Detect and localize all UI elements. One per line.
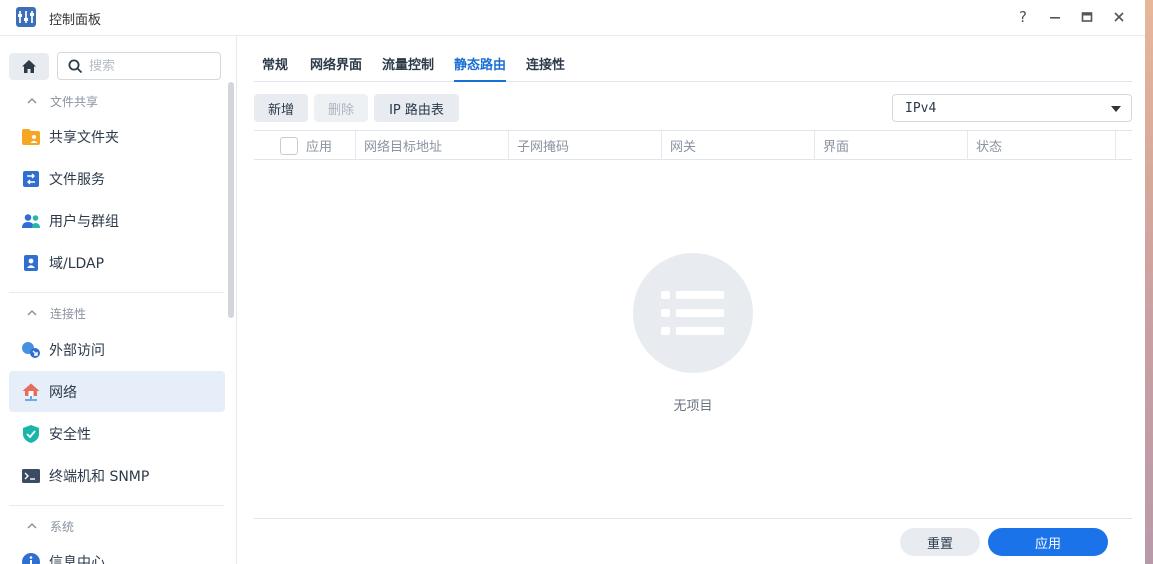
sidebar-item-label: 信息中心	[49, 554, 105, 564]
chevron-up-icon	[27, 522, 37, 529]
tab-bar: 常规 网络界面 流量控制 静态路由 连接性	[254, 36, 1132, 82]
section-label: 连接性	[50, 306, 87, 321]
desktop-wallpaper-edge	[1145, 0, 1153, 564]
network-icon	[21, 382, 41, 402]
shared-folder-icon	[21, 127, 41, 147]
empty-state-illustration	[633, 253, 753, 373]
column-header-status[interactable]: 状态	[967, 131, 1115, 160]
users-groups-icon	[21, 211, 41, 231]
sidebar-item-label: 外部访问	[49, 342, 105, 359]
footer-divider	[254, 518, 1132, 519]
help-icon[interactable]: ?	[1011, 6, 1035, 28]
route-table-header: 应用 网络目标地址 子网掩码 网关 界面 状态	[254, 130, 1132, 160]
control-panel-app-icon	[16, 7, 36, 27]
minimize-icon[interactable]	[1043, 6, 1067, 28]
sidebar-item-users-groups[interactable]: 用户与群组	[9, 200, 225, 241]
chevron-up-icon	[27, 309, 37, 316]
tab-general[interactable]: 常规	[262, 54, 288, 73]
column-header-spacer	[1115, 131, 1132, 160]
close-icon[interactable]	[1107, 6, 1131, 28]
section-label: 系统	[50, 519, 75, 534]
sidebar-item-shared-folder[interactable]: 共享文件夹	[9, 116, 225, 157]
sidebar-item-network[interactable]: 网络	[9, 371, 225, 412]
sidebar: 文件共享 共享文件夹 文件服务 用户与群组 域/LDAP 连接性 外部访问	[0, 36, 237, 564]
search-input[interactable]	[89, 58, 199, 74]
section-header-file-sharing[interactable]: 文件共享	[0, 87, 228, 115]
sidebar-item-domain-ldap[interactable]: 域/LDAP	[9, 242, 225, 283]
sidebar-item-file-services[interactable]: 文件服务	[9, 158, 225, 199]
window-title: 控制面板	[49, 13, 102, 28]
home-icon	[22, 60, 36, 73]
empty-state-text: 无项目	[673, 399, 713, 414]
section-divider	[9, 292, 224, 293]
sidebar-item-info-center[interactable]: 信息中心	[9, 541, 225, 564]
select-all-checkbox[interactable]	[280, 136, 298, 155]
apply-button[interactable]: 应用	[988, 528, 1108, 556]
delete-button[interactable]: 删除	[314, 94, 368, 122]
column-header-interface[interactable]: 界面	[814, 131, 967, 160]
column-header-netmask[interactable]: 子网掩码	[508, 131, 661, 160]
add-button[interactable]: 新增	[254, 94, 308, 122]
tab-connectivity[interactable]: 连接性	[526, 54, 565, 73]
sidebar-search[interactable]	[57, 52, 221, 80]
tab-network-interface[interactable]: 网络界面	[310, 54, 362, 73]
sidebar-item-label: 共享文件夹	[49, 129, 119, 146]
sidebar-item-label: 域/LDAP	[49, 255, 105, 272]
external-access-icon	[21, 340, 41, 360]
chevron-up-icon	[27, 97, 37, 104]
column-header-apply: 应用	[272, 131, 356, 160]
sidebar-item-external-access[interactable]: 外部访问	[9, 329, 225, 370]
domain-ldap-icon	[21, 253, 41, 273]
sidebar-item-terminal-snmp[interactable]: 终端机和 SNMP	[9, 455, 225, 496]
sidebar-item-label: 用户与群组	[49, 213, 119, 230]
maximize-icon[interactable]	[1075, 6, 1099, 28]
reset-button[interactable]: 重置	[900, 528, 980, 556]
sidebar-item-label: 安全性	[49, 426, 91, 443]
tab-traffic-control[interactable]: 流量控制	[382, 54, 434, 73]
protocol-select-value: IPv4	[905, 100, 937, 116]
terminal-icon	[21, 466, 41, 486]
search-icon	[68, 59, 83, 73]
section-header-connectivity[interactable]: 连接性	[0, 299, 228, 327]
column-header-destination[interactable]: 网络目标地址	[355, 131, 508, 160]
section-header-system[interactable]: 系统	[0, 512, 228, 540]
list-icon	[661, 291, 724, 335]
sidebar-item-label: 终端机和 SNMP	[49, 468, 150, 485]
file-services-icon	[21, 169, 41, 189]
sidebar-scrollbar[interactable]	[228, 82, 234, 318]
tab-static-route[interactable]: 静态路由	[454, 54, 507, 82]
section-divider	[9, 505, 224, 506]
sidebar-item-security[interactable]: 安全性	[9, 413, 225, 454]
ip-route-table-button[interactable]: IP 路由表	[374, 94, 459, 122]
column-header-label: 应用	[306, 140, 333, 155]
sidebar-item-label: 文件服务	[49, 171, 105, 188]
home-button[interactable]	[9, 53, 49, 80]
info-center-icon	[21, 552, 41, 564]
column-header-gateway[interactable]: 网关	[661, 131, 814, 160]
window-titlebar: 控制面板 ?	[0, 0, 1145, 36]
section-label: 文件共享	[50, 94, 99, 109]
protocol-select[interactable]: IPv4	[892, 94, 1132, 122]
caret-down-icon	[1111, 106, 1121, 112]
sidebar-item-label: 网络	[49, 384, 77, 401]
security-shield-icon	[21, 424, 41, 444]
